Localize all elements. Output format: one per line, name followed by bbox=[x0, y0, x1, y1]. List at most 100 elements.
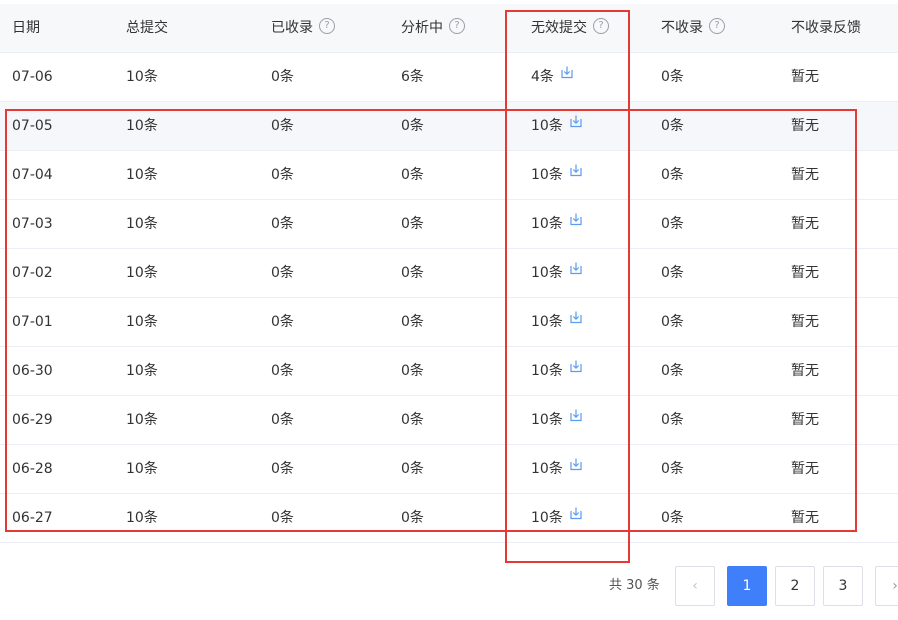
cell-text: 0条 bbox=[271, 363, 294, 379]
cell-analyzing: 0条 bbox=[401, 200, 424, 248]
cell-text: 0条 bbox=[401, 118, 424, 134]
next-page-button[interactable]: › bbox=[875, 566, 898, 606]
cell-text: 10条 bbox=[126, 216, 158, 232]
cell-text: 0条 bbox=[661, 412, 684, 428]
download-icon[interactable] bbox=[569, 296, 583, 344]
cell-text: 0条 bbox=[271, 314, 294, 330]
help-icon[interactable]: ? bbox=[593, 18, 609, 34]
download-icon[interactable] bbox=[569, 198, 583, 246]
cell-analyzing: 0条 bbox=[401, 445, 424, 493]
col-not-indexed-label: 不收录 bbox=[661, 20, 703, 36]
cell-not-indexed: 0条 bbox=[661, 249, 684, 297]
cell-analyzing: 0条 bbox=[401, 396, 424, 444]
prev-page-button[interactable]: ‹ bbox=[675, 566, 715, 606]
cell-date: 07-06 bbox=[12, 53, 53, 101]
cell-text: 10条 bbox=[531, 265, 563, 281]
cell-text: 10条 bbox=[531, 118, 563, 134]
cell-text: 暂无 bbox=[791, 314, 819, 330]
cell-text: 06-30 bbox=[12, 363, 53, 379]
download-icon[interactable] bbox=[560, 51, 574, 99]
cell-total: 10条 bbox=[126, 53, 158, 101]
col-analyzing-header: 分析中? bbox=[401, 4, 465, 52]
cell-invalid: 10条 bbox=[531, 249, 583, 297]
cell-date: 06-30 bbox=[12, 347, 53, 395]
col-invalid-label: 无效提交 bbox=[531, 20, 587, 36]
cell-date: 07-04 bbox=[12, 151, 53, 199]
cell-text: 10条 bbox=[126, 363, 158, 379]
cell-date: 07-03 bbox=[12, 200, 53, 248]
table-row: 07-02 10条 0条 0条 10条 0条 暂无 bbox=[0, 249, 898, 298]
download-icon[interactable] bbox=[569, 247, 583, 295]
cell-indexed: 0条 bbox=[271, 102, 294, 150]
cell-text: 07-01 bbox=[12, 314, 53, 330]
cell-text: 10条 bbox=[126, 412, 158, 428]
download-icon[interactable] bbox=[569, 443, 583, 491]
cell-indexed: 0条 bbox=[271, 396, 294, 444]
cell-invalid: 10条 bbox=[531, 200, 583, 248]
page-button-1[interactable]: 1 bbox=[727, 566, 767, 606]
help-icon[interactable]: ? bbox=[319, 18, 335, 34]
cell-text: 暂无 bbox=[791, 216, 819, 232]
cell-text: 0条 bbox=[661, 314, 684, 330]
cell-text: 0条 bbox=[661, 265, 684, 281]
cell-text: 0条 bbox=[661, 363, 684, 379]
pagination: 共 30 条 ‹ 1 2 3 › bbox=[0, 566, 898, 606]
cell-indexed: 0条 bbox=[271, 298, 294, 346]
cell-not-indexed: 0条 bbox=[661, 494, 684, 542]
cell-analyzing: 6条 bbox=[401, 53, 424, 101]
page-button-3[interactable]: 3 bbox=[823, 566, 863, 606]
cell-indexed: 0条 bbox=[271, 200, 294, 248]
cell-text: 0条 bbox=[401, 216, 424, 232]
cell-text: 07-03 bbox=[12, 216, 53, 232]
cell-invalid: 10条 bbox=[531, 347, 583, 395]
cell-text: 0条 bbox=[401, 510, 424, 526]
cell-text: 07-04 bbox=[12, 167, 53, 183]
cell-indexed: 0条 bbox=[271, 249, 294, 297]
cell-indexed: 0条 bbox=[271, 494, 294, 542]
cell-feedback: 暂无 bbox=[791, 347, 819, 395]
cell-text: 0条 bbox=[661, 510, 684, 526]
table-header: 日期 总提交 已收录? 分析中? 无效提交? 不收录? 不收录反馈 bbox=[0, 4, 898, 53]
cell-text: 暂无 bbox=[791, 412, 819, 428]
cell-text: 10条 bbox=[126, 461, 158, 477]
help-icon[interactable]: ? bbox=[709, 18, 725, 34]
cell-invalid: 10条 bbox=[531, 102, 583, 150]
cell-text: 0条 bbox=[661, 69, 684, 85]
cell-text: 07-02 bbox=[12, 265, 53, 281]
col-feedback-header: 不收录反馈 bbox=[791, 20, 861, 36]
download-icon[interactable] bbox=[569, 492, 583, 540]
cell-text: 10条 bbox=[126, 314, 158, 330]
cell-text: 0条 bbox=[271, 69, 294, 85]
cell-indexed: 0条 bbox=[271, 347, 294, 395]
cell-text: 0条 bbox=[271, 461, 294, 477]
cell-text: 暂无 bbox=[791, 69, 819, 85]
download-icon[interactable] bbox=[569, 100, 583, 148]
cell-total: 10条 bbox=[126, 494, 158, 542]
help-icon[interactable]: ? bbox=[449, 18, 465, 34]
cell-feedback: 暂无 bbox=[791, 298, 819, 346]
cell-invalid: 10条 bbox=[531, 396, 583, 444]
cell-total: 10条 bbox=[126, 102, 158, 150]
col-invalid-header: 无效提交? bbox=[531, 4, 609, 52]
cell-feedback: 暂无 bbox=[791, 102, 819, 150]
download-icon[interactable] bbox=[569, 149, 583, 197]
cell-analyzing: 0条 bbox=[401, 151, 424, 199]
cell-text: 10条 bbox=[126, 265, 158, 281]
download-icon[interactable] bbox=[569, 345, 583, 393]
cell-text: 06-28 bbox=[12, 461, 53, 477]
cell-text: 0条 bbox=[271, 118, 294, 134]
table-row: 06-28 10条 0条 0条 10条 0条 暂无 bbox=[0, 445, 898, 494]
cell-not-indexed: 0条 bbox=[661, 396, 684, 444]
table-body: 07-06 10条 0条 6条 4条 0条 暂无 07-05 10条 0条 0条 10条 0条 暂无 07-… bbox=[0, 53, 898, 543]
cell-not-indexed: 0条 bbox=[661, 151, 684, 199]
cell-invalid: 10条 bbox=[531, 445, 583, 493]
cell-text: 暂无 bbox=[791, 118, 819, 134]
cell-text: 10条 bbox=[531, 167, 563, 183]
cell-text: 暂无 bbox=[791, 167, 819, 183]
cell-feedback: 暂无 bbox=[791, 200, 819, 248]
cell-total: 10条 bbox=[126, 200, 158, 248]
cell-text: 0条 bbox=[661, 216, 684, 232]
page-button-2[interactable]: 2 bbox=[775, 566, 815, 606]
cell-indexed: 0条 bbox=[271, 53, 294, 101]
download-icon[interactable] bbox=[569, 394, 583, 442]
